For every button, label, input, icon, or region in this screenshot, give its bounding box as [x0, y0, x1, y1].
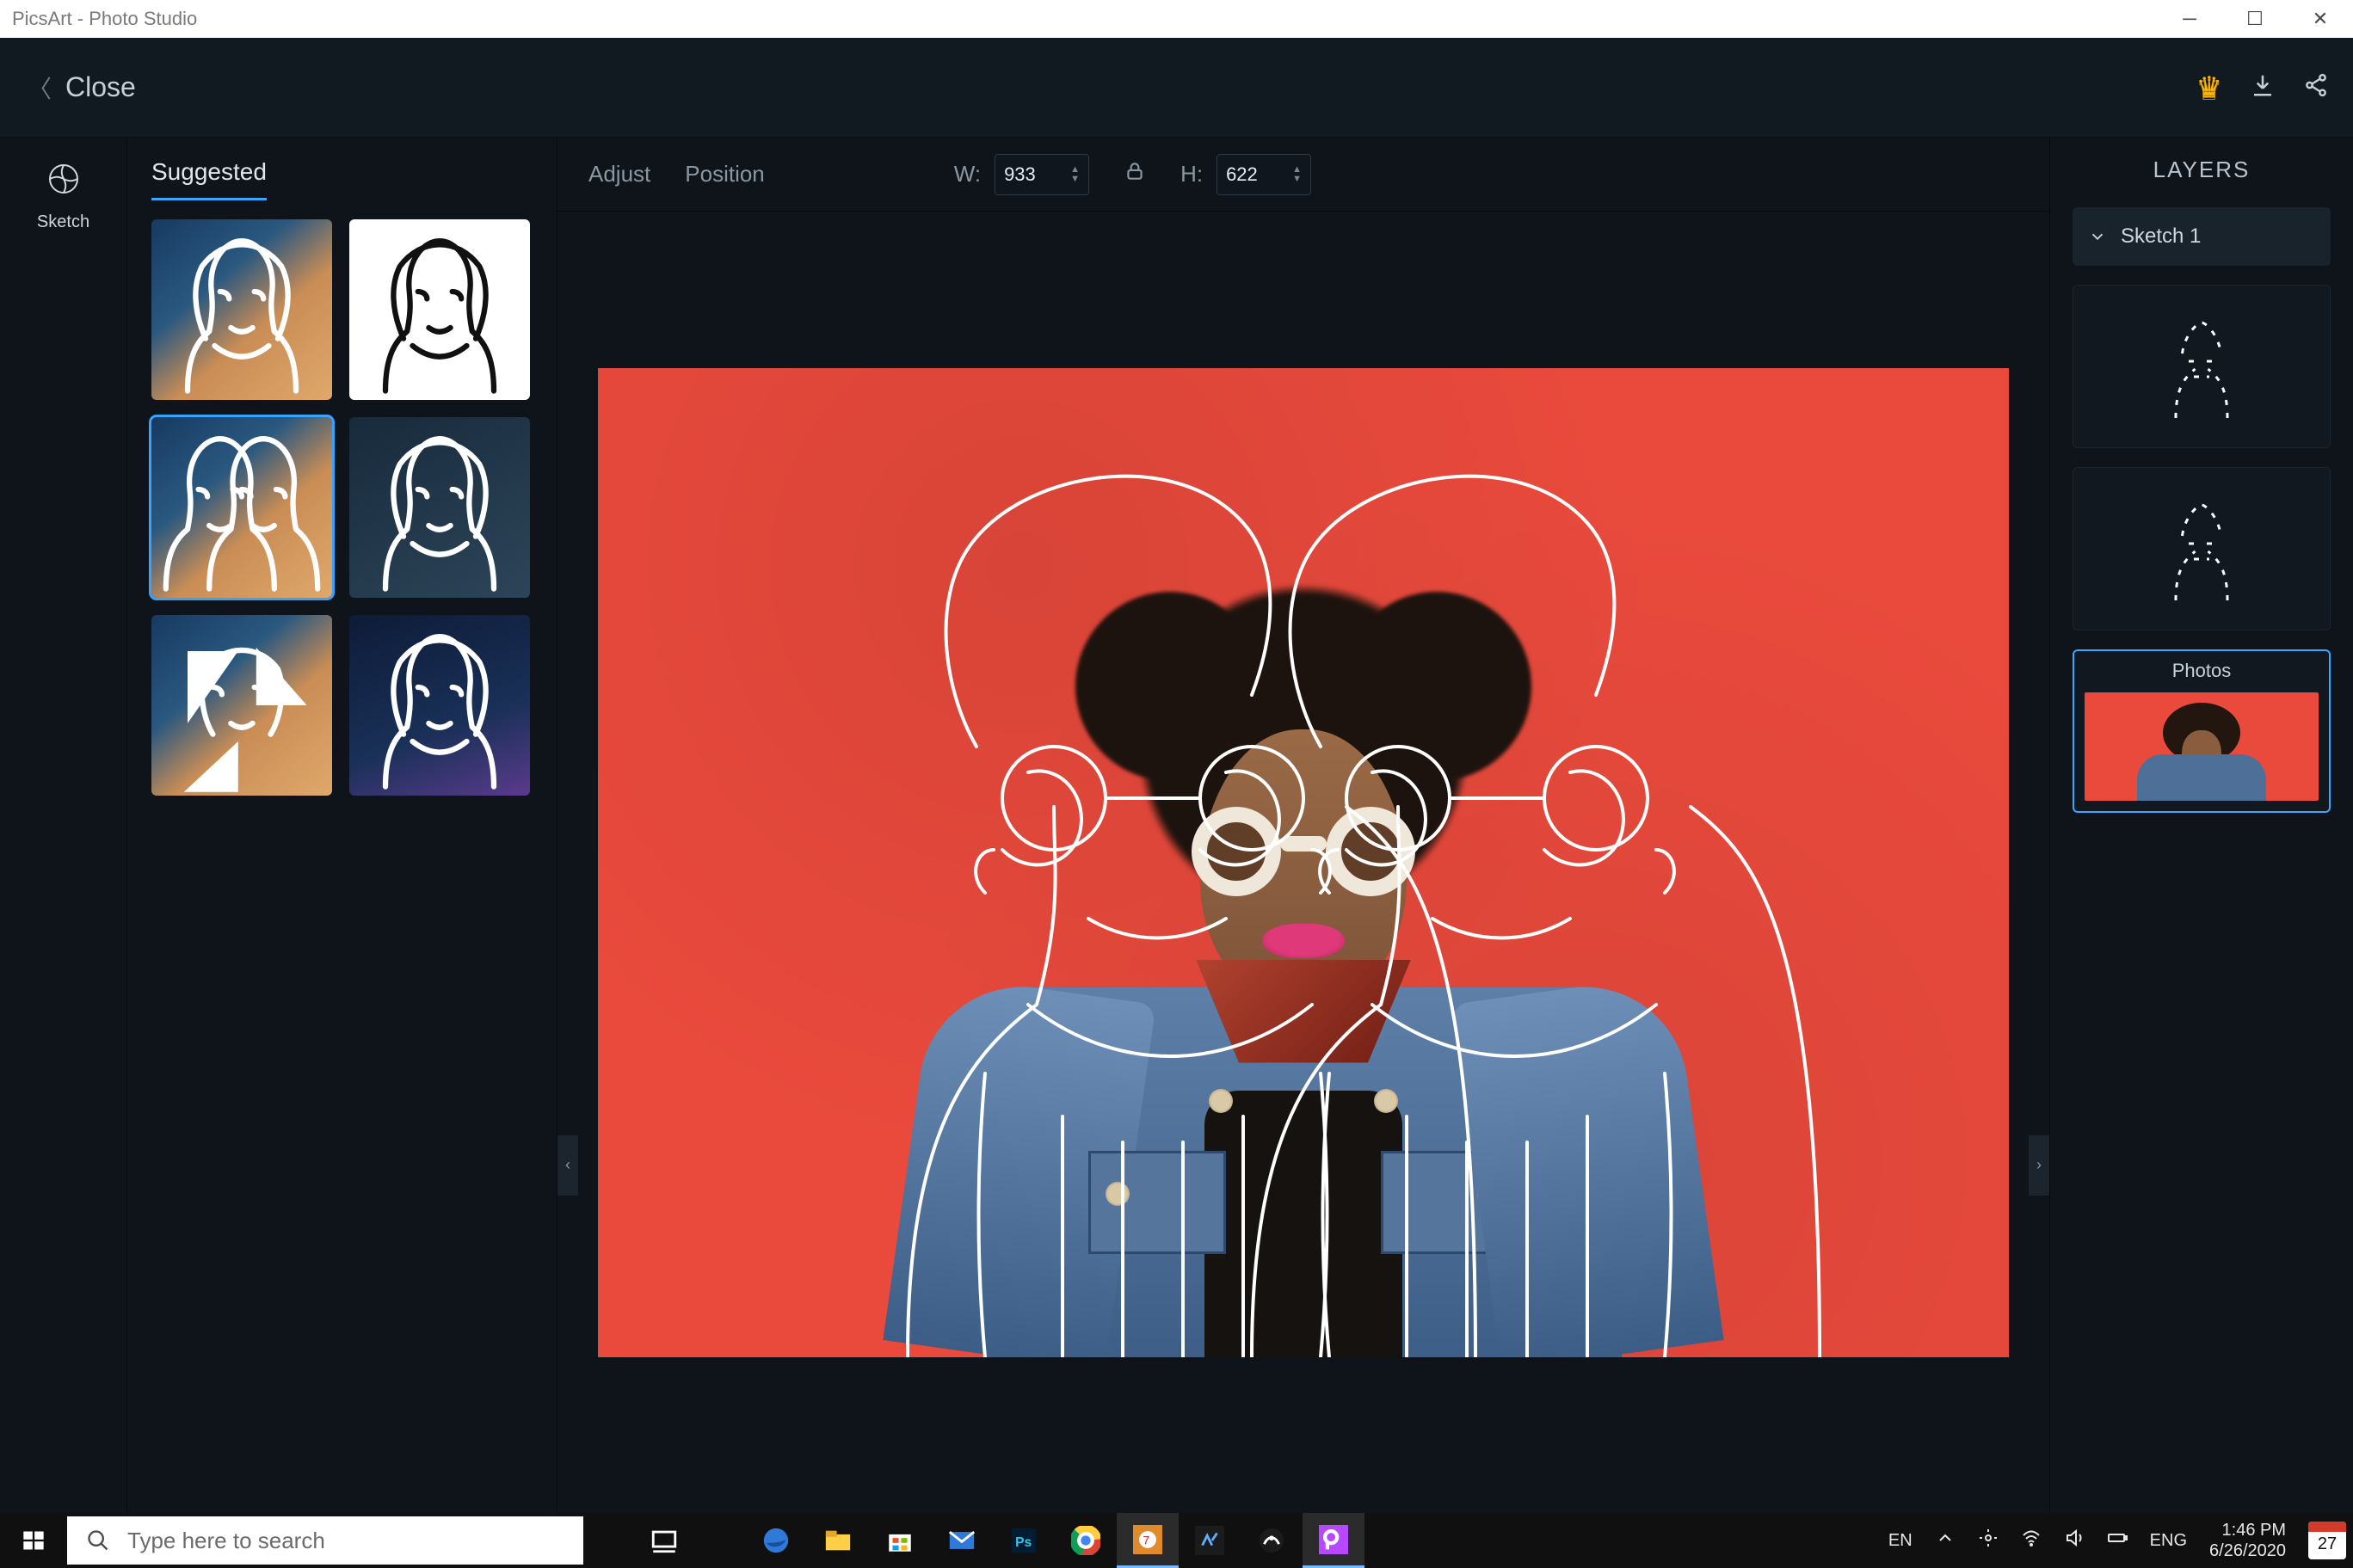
file-explorer-icon[interactable] — [807, 1513, 869, 1568]
suggested-item-1[interactable] — [151, 219, 332, 400]
sketch-tool-label: Sketch — [37, 212, 89, 232]
height-value: 622 — [1226, 163, 1258, 186]
window-titlebar: PicsArt - Photo Studio ─ ☐ ✕ — [0, 0, 2353, 38]
tray-clock[interactable]: 1:46 PM 6/26/2020 — [2209, 1520, 2286, 1561]
tray-calendar-day: 27 — [2318, 1534, 2337, 1554]
height-stepper[interactable]: ▲▼ — [1292, 165, 1302, 184]
lock-aspect-icon[interactable] — [1124, 160, 1146, 188]
property-bar: Adjust Position W: 933 ▲▼ H: 622 ▲▼ — [557, 138, 2049, 212]
tray-wifi-icon[interactable] — [2021, 1528, 2042, 1553]
layer-thumb-sketch-a[interactable] — [2073, 285, 2331, 448]
adjust-tab[interactable]: Adjust — [588, 161, 650, 188]
suggested-item-4[interactable] — [349, 417, 530, 598]
suggested-item-2[interactable] — [349, 219, 530, 400]
picsart-taskbar-icon[interactable] — [1303, 1513, 1364, 1568]
search-icon — [86, 1528, 110, 1553]
layers-title: LAYERS — [2073, 157, 2331, 183]
tray-battery-icon[interactable] — [2107, 1528, 2128, 1553]
layer-thumb-sketch-b[interactable] — [2073, 467, 2331, 630]
width-value: 933 — [1004, 163, 1036, 186]
start-button[interactable] — [0, 1528, 67, 1553]
window-title: PicsArt - Photo Studio — [12, 8, 197, 30]
close-label: Close — [65, 71, 136, 103]
layers-panel: LAYERS Sketch 1 Photos — [2050, 138, 2353, 1513]
layer-thumb-photo[interactable]: Photos — [2073, 649, 2331, 813]
suggested-item-5[interactable] — [151, 615, 332, 796]
taskbar-search[interactable]: Type here to search — [67, 1516, 583, 1565]
window-close-button[interactable]: ✕ — [2288, 0, 2353, 38]
position-tab[interactable]: Position — [685, 161, 765, 188]
window-minimize-button[interactable]: ─ — [2157, 0, 2222, 38]
chrome-icon[interactable] — [1055, 1513, 1117, 1568]
search-placeholder: Type here to search — [127, 1528, 325, 1554]
expand-left-handle[interactable]: ‹ — [557, 1135, 578, 1196]
system-tray: EN ENG 1:46 PM 6/26/2020 27 — [1871, 1520, 2353, 1561]
suggested-panel: Suggested — [127, 138, 557, 1513]
canvas[interactable] — [598, 368, 2009, 1357]
svg-text:7: 7 — [1143, 1534, 1149, 1547]
tray-lang-2[interactable]: ENG — [2150, 1531, 2187, 1551]
tray-calendar-badge[interactable]: 27 — [2308, 1522, 2346, 1559]
layer-sketch-row[interactable]: Sketch 1 — [2073, 207, 2331, 266]
share-icon[interactable] — [2303, 72, 2329, 102]
width-label: W: — [954, 161, 981, 188]
download-icon[interactable] — [2250, 72, 2276, 102]
suggested-item-6[interactable] — [349, 615, 530, 796]
app-icon-2[interactable] — [1179, 1513, 1241, 1568]
microsoft-store-icon[interactable] — [869, 1513, 931, 1568]
chevron-down-icon — [2088, 227, 2107, 246]
suggested-grid — [151, 219, 533, 796]
mail-icon[interactable] — [931, 1513, 993, 1568]
height-field: H: 622 ▲▼ — [1180, 154, 1311, 195]
app-header: 〈 Close ♛ — [0, 38, 2353, 138]
expand-right-handle[interactable]: › — [2029, 1135, 2049, 1196]
tray-lang-1[interactable]: EN — [1888, 1531, 1913, 1551]
chevron-left-icon: 〈 — [28, 71, 52, 105]
tray-volume-icon[interactable] — [2064, 1528, 2085, 1553]
app-icon-3[interactable] — [1241, 1513, 1303, 1568]
window-buttons: ─ ☐ ✕ — [2157, 0, 2353, 38]
task-view-icon[interactable] — [633, 1513, 695, 1568]
crown-icon[interactable]: ♛ — [2196, 71, 2222, 105]
window-maximize-button[interactable]: ☐ — [2222, 0, 2288, 38]
tray-time: 1:46 PM — [2209, 1520, 2286, 1540]
sketch-tool-icon[interactable] — [43, 158, 84, 204]
edge-icon[interactable] — [745, 1513, 807, 1568]
width-field: W: 933 ▲▼ — [954, 154, 1089, 195]
windows-taskbar: Type here to search Ps 7 EN ENG 1:46 PM … — [0, 1513, 2353, 1568]
suggested-tab[interactable]: Suggested — [151, 158, 267, 200]
width-input[interactable]: 933 ▲▼ — [995, 154, 1089, 195]
layer-photo-label: Photos — [2074, 660, 2329, 682]
app-icon-1[interactable]: 7 — [1117, 1513, 1179, 1568]
sketch-overlay — [598, 368, 2009, 1357]
app-body: Sketch Suggested — [0, 138, 2353, 1513]
width-stepper[interactable]: ▲▼ — [1070, 165, 1080, 184]
photoshop-icon[interactable]: Ps — [993, 1513, 1055, 1568]
tray-chevron-icon[interactable] — [1935, 1528, 1956, 1553]
tool-rail: Sketch — [0, 138, 127, 1513]
canvas-area: Adjust Position W: 933 ▲▼ H: 622 ▲▼ — [557, 138, 2050, 1513]
tray-date: 6/26/2020 — [2209, 1540, 2286, 1561]
height-input[interactable]: 622 ▲▼ — [1217, 154, 1311, 195]
suggested-item-3[interactable] — [151, 417, 332, 598]
tray-location-icon[interactable] — [1978, 1528, 1999, 1553]
svg-text:Ps: Ps — [1015, 1535, 1032, 1550]
height-label: H: — [1180, 161, 1203, 188]
layer-sketch-label: Sketch 1 — [2121, 224, 2201, 249]
canvas-viewport[interactable] — [557, 212, 2049, 1513]
close-button[interactable]: 〈 Close — [28, 71, 136, 105]
